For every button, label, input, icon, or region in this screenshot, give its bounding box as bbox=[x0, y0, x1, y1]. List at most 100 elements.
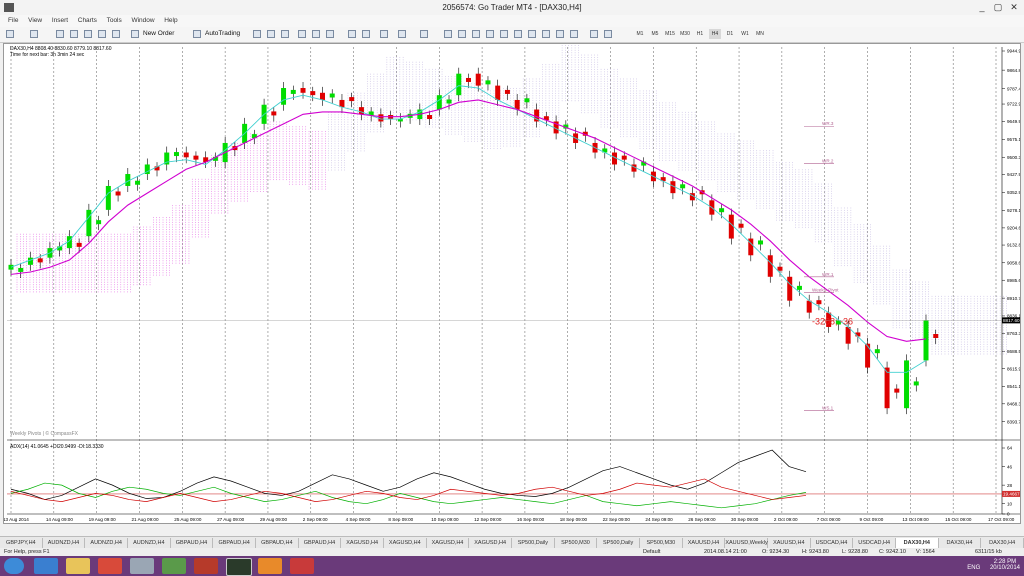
chart-tab[interactable]: DAX30,H4 bbox=[981, 538, 1024, 548]
chart-tab[interactable]: GBPJPY,H4 bbox=[0, 538, 43, 548]
menu-tools[interactable]: Tools bbox=[107, 15, 122, 27]
zoom-in-icon[interactable] bbox=[298, 30, 306, 38]
chart-tab[interactable]: USDCAD,H4 bbox=[853, 538, 896, 548]
chart-tab[interactable]: AUDNZD,H4 bbox=[128, 538, 171, 548]
candle-body bbox=[865, 343, 871, 368]
candle-body bbox=[358, 107, 364, 115]
market-watch-icon[interactable] bbox=[56, 30, 64, 38]
chart-tab[interactable]: SP500,M30 bbox=[555, 538, 598, 548]
minimize-button[interactable]: _ bbox=[975, 2, 989, 12]
chart-tab[interactable]: XAUUSD,Weekly bbox=[725, 538, 768, 548]
menu-view[interactable]: View bbox=[28, 15, 42, 27]
tile-windows-icon[interactable] bbox=[326, 30, 334, 38]
tray-clock[interactable]: 2:28 PM 20/10/2014 bbox=[990, 559, 1020, 571]
chart-tab[interactable]: XAUUSD,H4 bbox=[683, 538, 726, 548]
chrome-icon[interactable] bbox=[98, 558, 122, 574]
terminal-icon[interactable] bbox=[98, 30, 106, 38]
system-tray: ENG 2:28 PM 20/10/2014 bbox=[967, 559, 1020, 571]
autotrading-icon[interactable] bbox=[193, 30, 201, 38]
explorer-icon[interactable] bbox=[66, 558, 90, 574]
status-volume: V: 1564 bbox=[916, 549, 935, 555]
chart-tab[interactable]: SP500,Daily bbox=[512, 538, 555, 548]
chart-tab[interactable]: XAGUSD,H4 bbox=[469, 538, 512, 548]
text-icon[interactable] bbox=[542, 30, 550, 38]
chart-tab[interactable]: GBPAUD,H4 bbox=[256, 538, 299, 548]
timeframe-m15[interactable]: M15 bbox=[664, 29, 676, 39]
menu-insert[interactable]: Insert bbox=[52, 15, 68, 27]
chart-shift-icon[interactable] bbox=[362, 30, 370, 38]
close-button[interactable]: ✕ bbox=[1007, 2, 1021, 12]
new-chart-icon[interactable] bbox=[6, 30, 14, 38]
timeframe-m1[interactable]: M1 bbox=[634, 29, 646, 39]
fibonacci-icon[interactable] bbox=[528, 30, 536, 38]
profiles-icon[interactable] bbox=[30, 30, 38, 38]
candlestick-icon[interactable] bbox=[267, 30, 275, 38]
navigator-icon[interactable] bbox=[84, 30, 92, 38]
menu-charts[interactable]: Charts bbox=[78, 15, 97, 27]
menu-window[interactable]: Window bbox=[131, 15, 154, 27]
ie-icon[interactable] bbox=[34, 558, 58, 574]
trendline-icon[interactable] bbox=[500, 30, 508, 38]
data-window-icon[interactable] bbox=[70, 30, 78, 38]
chart-tab[interactable]: AUDNZD,H4 bbox=[85, 538, 128, 548]
timeframe-h4[interactable]: H4 bbox=[709, 29, 721, 39]
presentation-icon[interactable] bbox=[258, 558, 282, 574]
auto-scroll-icon[interactable] bbox=[348, 30, 356, 38]
adx-line bbox=[10, 449, 807, 500]
cursor-icon[interactable] bbox=[444, 30, 452, 38]
chart-tab[interactable]: AUDNZD,H4 bbox=[43, 538, 86, 548]
zoom-out-icon[interactable] bbox=[312, 30, 320, 38]
chart-tab[interactable]: XAGUSD,H4 bbox=[384, 538, 427, 548]
objects-icon[interactable] bbox=[590, 30, 598, 38]
templates-icon[interactable] bbox=[420, 30, 428, 38]
new-order-button[interactable]: New Order bbox=[143, 29, 174, 39]
timeframe-d1[interactable]: D1 bbox=[724, 29, 736, 39]
arrow-icon[interactable] bbox=[570, 30, 578, 38]
timeframe-h1[interactable]: H1 bbox=[694, 29, 706, 39]
start-button-icon[interactable] bbox=[4, 558, 24, 574]
timeframe-m30[interactable]: M30 bbox=[679, 29, 691, 39]
vertical-line-icon[interactable] bbox=[472, 30, 480, 38]
timeframe-m5[interactable]: M5 bbox=[649, 29, 661, 39]
new-order-icon[interactable] bbox=[131, 30, 139, 38]
chart-tab[interactable]: XAUUSD,H4 bbox=[768, 538, 811, 548]
restore-button[interactable]: ▢ bbox=[991, 2, 1005, 12]
line-chart-icon[interactable] bbox=[281, 30, 289, 38]
indicators-icon[interactable] bbox=[380, 30, 388, 38]
chart-tab[interactable]: GBPAUD,H4 bbox=[213, 538, 256, 548]
media-icon[interactable] bbox=[290, 558, 314, 574]
chart-tab[interactable]: USDCAD,H4 bbox=[811, 538, 854, 548]
horizontal-line-icon[interactable] bbox=[486, 30, 494, 38]
pdf-icon[interactable] bbox=[194, 558, 218, 574]
candle-body bbox=[135, 180, 141, 185]
chart-tab[interactable]: GBPAUD,H4 bbox=[171, 538, 214, 548]
timeframe-mn[interactable]: MN bbox=[754, 29, 766, 39]
calculator-icon[interactable] bbox=[130, 558, 154, 574]
menu-file[interactable]: File bbox=[8, 15, 18, 27]
chart-tab[interactable]: XAGUSD,H4 bbox=[427, 538, 470, 548]
menu-help[interactable]: Help bbox=[164, 15, 177, 27]
periods-icon[interactable] bbox=[398, 30, 406, 38]
chart-tab[interactable]: SP500,Daily bbox=[597, 538, 640, 548]
chart-tab[interactable]: DAX30,H4 bbox=[939, 538, 982, 548]
shapes-icon[interactable] bbox=[604, 30, 612, 38]
mt4-icon[interactable] bbox=[226, 558, 252, 576]
chart-window[interactable]: 13 Aug 2014 14 Aug 09:00 19 Aug 09:00 21 Au… bbox=[3, 43, 1021, 524]
channel-icon[interactable] bbox=[514, 30, 522, 38]
chart-tab[interactable]: DAX30,H4 bbox=[896, 538, 939, 548]
timeframe-w1[interactable]: W1 bbox=[739, 29, 751, 39]
chart-tab[interactable]: SP500,M30 bbox=[640, 538, 683, 548]
x-tick-label: 2 Sep 09:00 bbox=[303, 517, 328, 522]
bar-chart-icon[interactable] bbox=[253, 30, 261, 38]
tray-lang[interactable]: ENG bbox=[967, 565, 980, 571]
crosshair-icon[interactable] bbox=[458, 30, 466, 38]
indicator-watermark: Weekly Pivots | © CompassFX bbox=[10, 430, 79, 437]
adx-y-tick-label: 0 bbox=[1007, 512, 1010, 517]
autotrading-button[interactable]: AutoTrading bbox=[205, 29, 240, 39]
chart-tab[interactable]: XAGUSD,H4 bbox=[341, 538, 384, 548]
label-icon[interactable] bbox=[556, 30, 564, 38]
app-icon-green[interactable] bbox=[162, 558, 186, 574]
dax30-h4-chart[interactable]: 13 Aug 2014 14 Aug 09:00 19 Aug 09:00 21 Au… bbox=[4, 44, 1020, 523]
chart-tab[interactable]: GBPAUD,H4 bbox=[299, 538, 342, 548]
strategy-tester-icon[interactable] bbox=[112, 30, 120, 38]
